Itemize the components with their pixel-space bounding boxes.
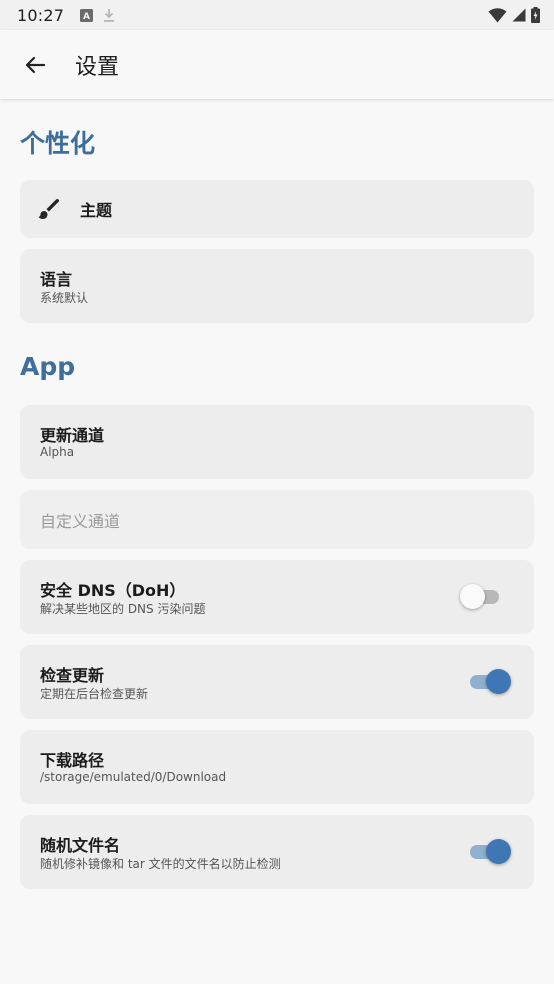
svg-text:A: A — [83, 12, 90, 22]
check-updates-label: 检查更新 — [40, 666, 105, 685]
theme-label: 主题 — [80, 201, 113, 220]
secure-dns-switch[interactable] — [460, 584, 510, 610]
random-filename-setting[interactable]: 随机文件名 随机修补镜像和 tar 文件的文件名以防止检测 — [20, 815, 534, 889]
switch-thumb — [486, 839, 511, 864]
switch-thumb — [486, 669, 511, 694]
status-time: 10:27 — [17, 5, 65, 25]
check-updates-switch[interactable] — [470, 669, 511, 695]
page-title: 设置 — [75, 54, 120, 80]
keyboard-notification-icon: A — [80, 8, 94, 22]
check-updates-description: 定期在后台检查更新 — [40, 687, 149, 701]
update-channel-label: 更新通道 — [40, 426, 105, 445]
language-value: 系统默认 — [40, 291, 89, 305]
back-button[interactable] — [18, 48, 52, 82]
check-updates-setting[interactable]: 检查更新 定期在后台检查更新 — [20, 645, 534, 719]
download-path-label: 下载路径 — [40, 751, 105, 770]
custom-channel-label: 自定义通道 — [40, 511, 121, 531]
random-filename-switch[interactable] — [470, 839, 511, 865]
status-system-icons — [488, 7, 540, 23]
section-title-personalization: 个性化 — [20, 129, 96, 158]
status-bar: 10:27 A — [0, 0, 554, 30]
status-notification-icons: A — [80, 8, 115, 23]
secure-dns-description: 解决某些地区的 DNS 污染问题 — [40, 602, 206, 616]
update-channel-setting[interactable]: 更新通道 Alpha — [20, 405, 534, 479]
app-bar: 设置 — [0, 30, 554, 99]
random-filename-description: 随机修补镜像和 tar 文件的文件名以防止检测 — [40, 857, 281, 871]
wifi-icon — [488, 7, 507, 22]
download-path-setting[interactable]: 下载路径 /storage/emulated/0/Download — [20, 730, 534, 804]
switch-thumb — [460, 584, 485, 609]
custom-channel-setting: 自定义通道 — [20, 490, 534, 549]
secure-dns-setting[interactable]: 安全 DNS（DoH） 解决某些地区的 DNS 污染问题 — [20, 560, 534, 634]
battery-charging-icon — [531, 7, 540, 23]
language-label: 语言 — [40, 270, 73, 289]
arrow-left-icon — [25, 56, 46, 73]
download-path-value: /storage/emulated/0/Download — [40, 770, 227, 784]
update-channel-value: Alpha — [40, 445, 75, 459]
theme-setting[interactable]: 主题 — [20, 180, 534, 238]
random-filename-label: 随机文件名 — [40, 836, 121, 855]
secure-dns-label: 安全 DNS（DoH） — [40, 581, 186, 600]
cell-signal-icon — [512, 8, 526, 22]
paintbrush-icon — [38, 198, 60, 219]
section-title-app: App — [20, 352, 76, 381]
language-setting[interactable]: 语言 系统默认 — [20, 249, 534, 323]
download-notification-icon — [104, 8, 115, 22]
